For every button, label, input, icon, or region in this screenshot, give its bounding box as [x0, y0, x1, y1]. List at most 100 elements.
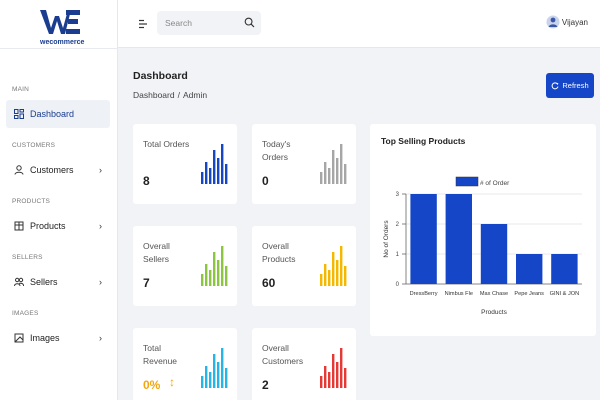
- mini-bar: [213, 252, 216, 286]
- sidebar-item-label: Dashboard: [30, 109, 75, 119]
- section-label-main: MAIN: [12, 86, 30, 93]
- refresh-icon: [551, 81, 559, 89]
- mini-bar: [344, 164, 347, 184]
- sidebar-item-dashboard[interactable]: Dashboard: [6, 100, 110, 128]
- x-tick-label: Max Chase: [480, 291, 508, 297]
- mini-bar: [221, 348, 224, 388]
- mini-bar: [320, 172, 323, 184]
- sidebar-item-customers[interactable]: Customers ›: [6, 156, 110, 184]
- mini-bar: [205, 366, 208, 388]
- users-icon: [14, 277, 24, 287]
- page-title: Dashboard: [133, 70, 188, 82]
- chevron-right-icon: ›: [99, 333, 102, 343]
- mini-bar: [225, 368, 228, 388]
- sidebar-item-label: Sellers: [30, 277, 58, 287]
- mini-bar: [324, 366, 327, 388]
- search-box: [157, 11, 261, 35]
- x-tick-label: DressBerry: [410, 291, 438, 297]
- sidebar-divider: [0, 48, 118, 49]
- mini-bar: [328, 270, 331, 286]
- mini-bar: [217, 362, 220, 388]
- refresh-label: Refresh: [562, 81, 589, 90]
- brand-logo[interactable]: wecommerce: [40, 8, 84, 48]
- sidebar-item-label: Products: [30, 221, 66, 231]
- stat-card-overall-customers: Overall Customers 2: [252, 328, 356, 400]
- refresh-button[interactable]: Refresh: [546, 73, 594, 98]
- chevron-right-icon: ›: [99, 221, 102, 231]
- bar-chart-icon: [320, 144, 347, 184]
- stat-card-overall-products: Overall Products 60: [252, 226, 356, 306]
- mini-bar: [336, 260, 339, 286]
- user-name: Vijayan: [561, 17, 588, 27]
- bar-chart-icon: [201, 246, 228, 286]
- breadcrumb-separator: /: [177, 90, 180, 100]
- top-selling-products-panel: Top Selling Products # of Order 0 1 2 3 Dress…: [370, 124, 596, 336]
- logo-text: wecommerce: [40, 39, 85, 46]
- user-icon: [14, 165, 24, 175]
- search-icon[interactable]: [244, 17, 255, 28]
- user-menu[interactable]: Vijayan: [546, 13, 588, 31]
- stat-value: 0: [262, 174, 269, 188]
- hamburger-icon[interactable]: [138, 17, 148, 29]
- y-axis-label: No of Orders: [383, 220, 390, 258]
- x-tick-label: Pepe Jeans: [514, 291, 544, 297]
- search-input[interactable]: [165, 15, 241, 31]
- stat-card-todays-orders: Today's Orders 0: [252, 124, 356, 204]
- x-tick-label: GINI & JON: [550, 291, 580, 297]
- chart-bar[interactable]: [410, 194, 437, 284]
- sidebar: wecommerce MAIN Dashboard CUSTOMERS Cust…: [0, 0, 118, 400]
- chart-bar[interactable]: [516, 254, 543, 284]
- stat-value: 0%: [143, 378, 161, 392]
- mini-bar: [225, 164, 228, 184]
- mini-bar: [205, 162, 208, 184]
- bar-chart-icon: [320, 348, 347, 388]
- dashboard-icon: [14, 109, 24, 119]
- mini-bar: [225, 266, 228, 286]
- mini-bar: [209, 372, 212, 388]
- mini-bar: [201, 172, 204, 184]
- mini-bar: [201, 376, 204, 388]
- stat-label: Total Revenue: [143, 343, 178, 366]
- y-tick-label: 1: [396, 252, 400, 258]
- bar-chart-icon: [320, 246, 347, 286]
- chart-title: Top Selling Products: [381, 136, 466, 146]
- mini-bar: [213, 150, 216, 184]
- mini-bar: [328, 372, 331, 388]
- sidebar-item-images[interactable]: Images ›: [6, 324, 110, 352]
- stat-label: Overall Products: [262, 241, 296, 264]
- sidebar-item-products[interactable]: Products ›: [6, 212, 110, 240]
- chevron-right-icon: ›: [99, 277, 102, 287]
- avatar: [546, 15, 560, 29]
- y-tick-label: 0: [396, 282, 400, 288]
- mini-bar: [344, 368, 347, 388]
- top-selling-products-chart: # of Order 0 1 2 3 DressBerry Nimbus Fle Max Ch…: [383, 176, 582, 316]
- stat-value: 8: [143, 174, 150, 188]
- stat-card-overall-sellers: Overall Sellers 7: [133, 226, 237, 306]
- stat-label: Overall Sellers: [143, 241, 170, 264]
- mini-bar: [221, 246, 224, 286]
- legend-label: # of Order: [480, 180, 510, 187]
- stat-value: 2: [262, 378, 269, 392]
- y-tick-label: 2: [396, 222, 400, 228]
- mini-bar: [324, 264, 327, 286]
- mini-bar: [320, 274, 323, 286]
- mini-bar: [324, 162, 327, 184]
- chart-bar[interactable]: [551, 254, 578, 284]
- chart-bar[interactable]: [445, 194, 472, 284]
- section-label-customers: CUSTOMERS: [12, 142, 56, 149]
- mini-bar: [217, 158, 220, 184]
- logo-mark-icon: [40, 10, 80, 34]
- breadcrumb-admin: Admin: [182, 90, 208, 100]
- stat-card-total-orders: Total Orders 8: [133, 124, 237, 204]
- chart-bar[interactable]: [480, 224, 508, 284]
- legend-swatch: [455, 176, 479, 187]
- mini-bar: [332, 252, 335, 286]
- mini-bar: [209, 168, 212, 184]
- box-icon: [14, 221, 24, 231]
- breadcrumb-dashboard[interactable]: Dashboard: [133, 90, 175, 100]
- image-icon: [14, 333, 24, 343]
- stat-card-total-revenue: Total Revenue 0% ↕: [133, 328, 237, 400]
- sidebar-item-sellers[interactable]: Sellers ›: [6, 268, 110, 296]
- mini-bar: [336, 158, 339, 184]
- mini-bar: [328, 168, 331, 184]
